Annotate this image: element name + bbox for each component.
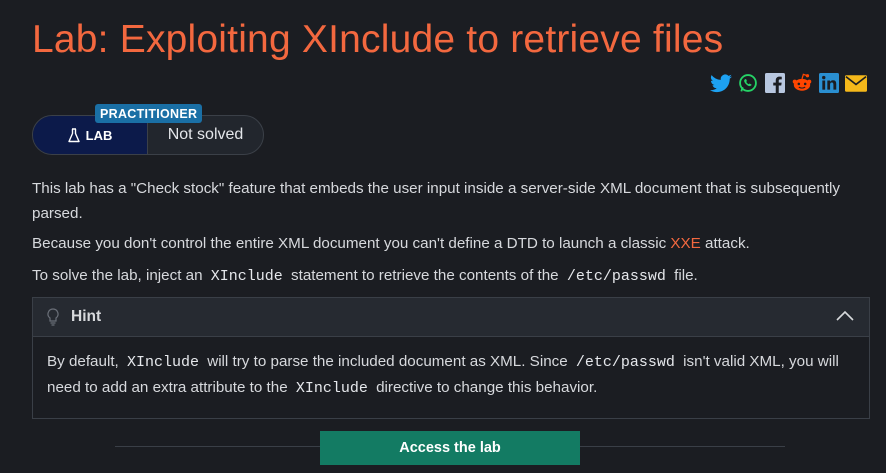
lightbulb-icon xyxy=(47,307,63,327)
p3-text-2: statement to retrieve the contents of th… xyxy=(286,267,563,284)
linkedin-icon[interactable] xyxy=(818,72,840,94)
facebook-icon[interactable] xyxy=(764,72,786,94)
hint-code-xinclude-2: XInclude xyxy=(295,380,368,397)
xxe-link[interactable]: XXE xyxy=(670,235,700,252)
hint-text-4: directive to change this behavior. xyxy=(371,379,598,396)
lab-text: LAB xyxy=(85,127,113,143)
page-title: Lab: Exploiting XInclude to retrieve fil… xyxy=(32,18,724,61)
chevron-up-icon[interactable] xyxy=(835,309,855,327)
description-p2: Because you don't control the entire XML… xyxy=(32,231,852,256)
p3-code-xinclude: XInclude xyxy=(210,268,283,285)
p3-text-3: file. xyxy=(669,267,698,284)
hint-code-passwd: /etc/passwd xyxy=(575,354,675,371)
p3-text-1: To solve the lab, inject an xyxy=(32,267,207,284)
level-badge: PRACTITIONER xyxy=(95,104,203,123)
hint-code-xinclude: XInclude xyxy=(126,354,199,371)
access-lab-button[interactable]: Access the lab xyxy=(320,431,580,465)
hint-text-1: By default, xyxy=(47,353,123,370)
reddit-icon[interactable] xyxy=(791,72,813,94)
hint-text-2: will try to parse the included document … xyxy=(203,353,572,370)
hint-panel: Hint By default, XInclude will try to pa… xyxy=(32,297,870,419)
share-bar xyxy=(710,72,867,94)
flask-icon xyxy=(67,127,80,142)
twitter-icon[interactable] xyxy=(710,72,732,94)
hint-header[interactable]: Hint xyxy=(33,298,869,337)
lab-page: Lab: Exploiting XInclude to retrieve fil… xyxy=(0,0,886,473)
hint-body: By default, XInclude will try to parse t… xyxy=(33,337,869,401)
description-p1: This lab has a "Check stock" feature tha… xyxy=(32,180,840,222)
p2-text-1: Because you don't control the entire XML… xyxy=(32,235,671,252)
p2-text-2: attack. xyxy=(700,235,750,252)
email-icon[interactable] xyxy=(845,72,867,94)
p3-code-passwd: /etc/passwd xyxy=(566,268,666,285)
whatsapp-icon[interactable] xyxy=(737,72,759,94)
hint-label: Hint xyxy=(71,308,102,325)
description-p3: To solve the lab, inject an XInclude sta… xyxy=(32,263,852,289)
